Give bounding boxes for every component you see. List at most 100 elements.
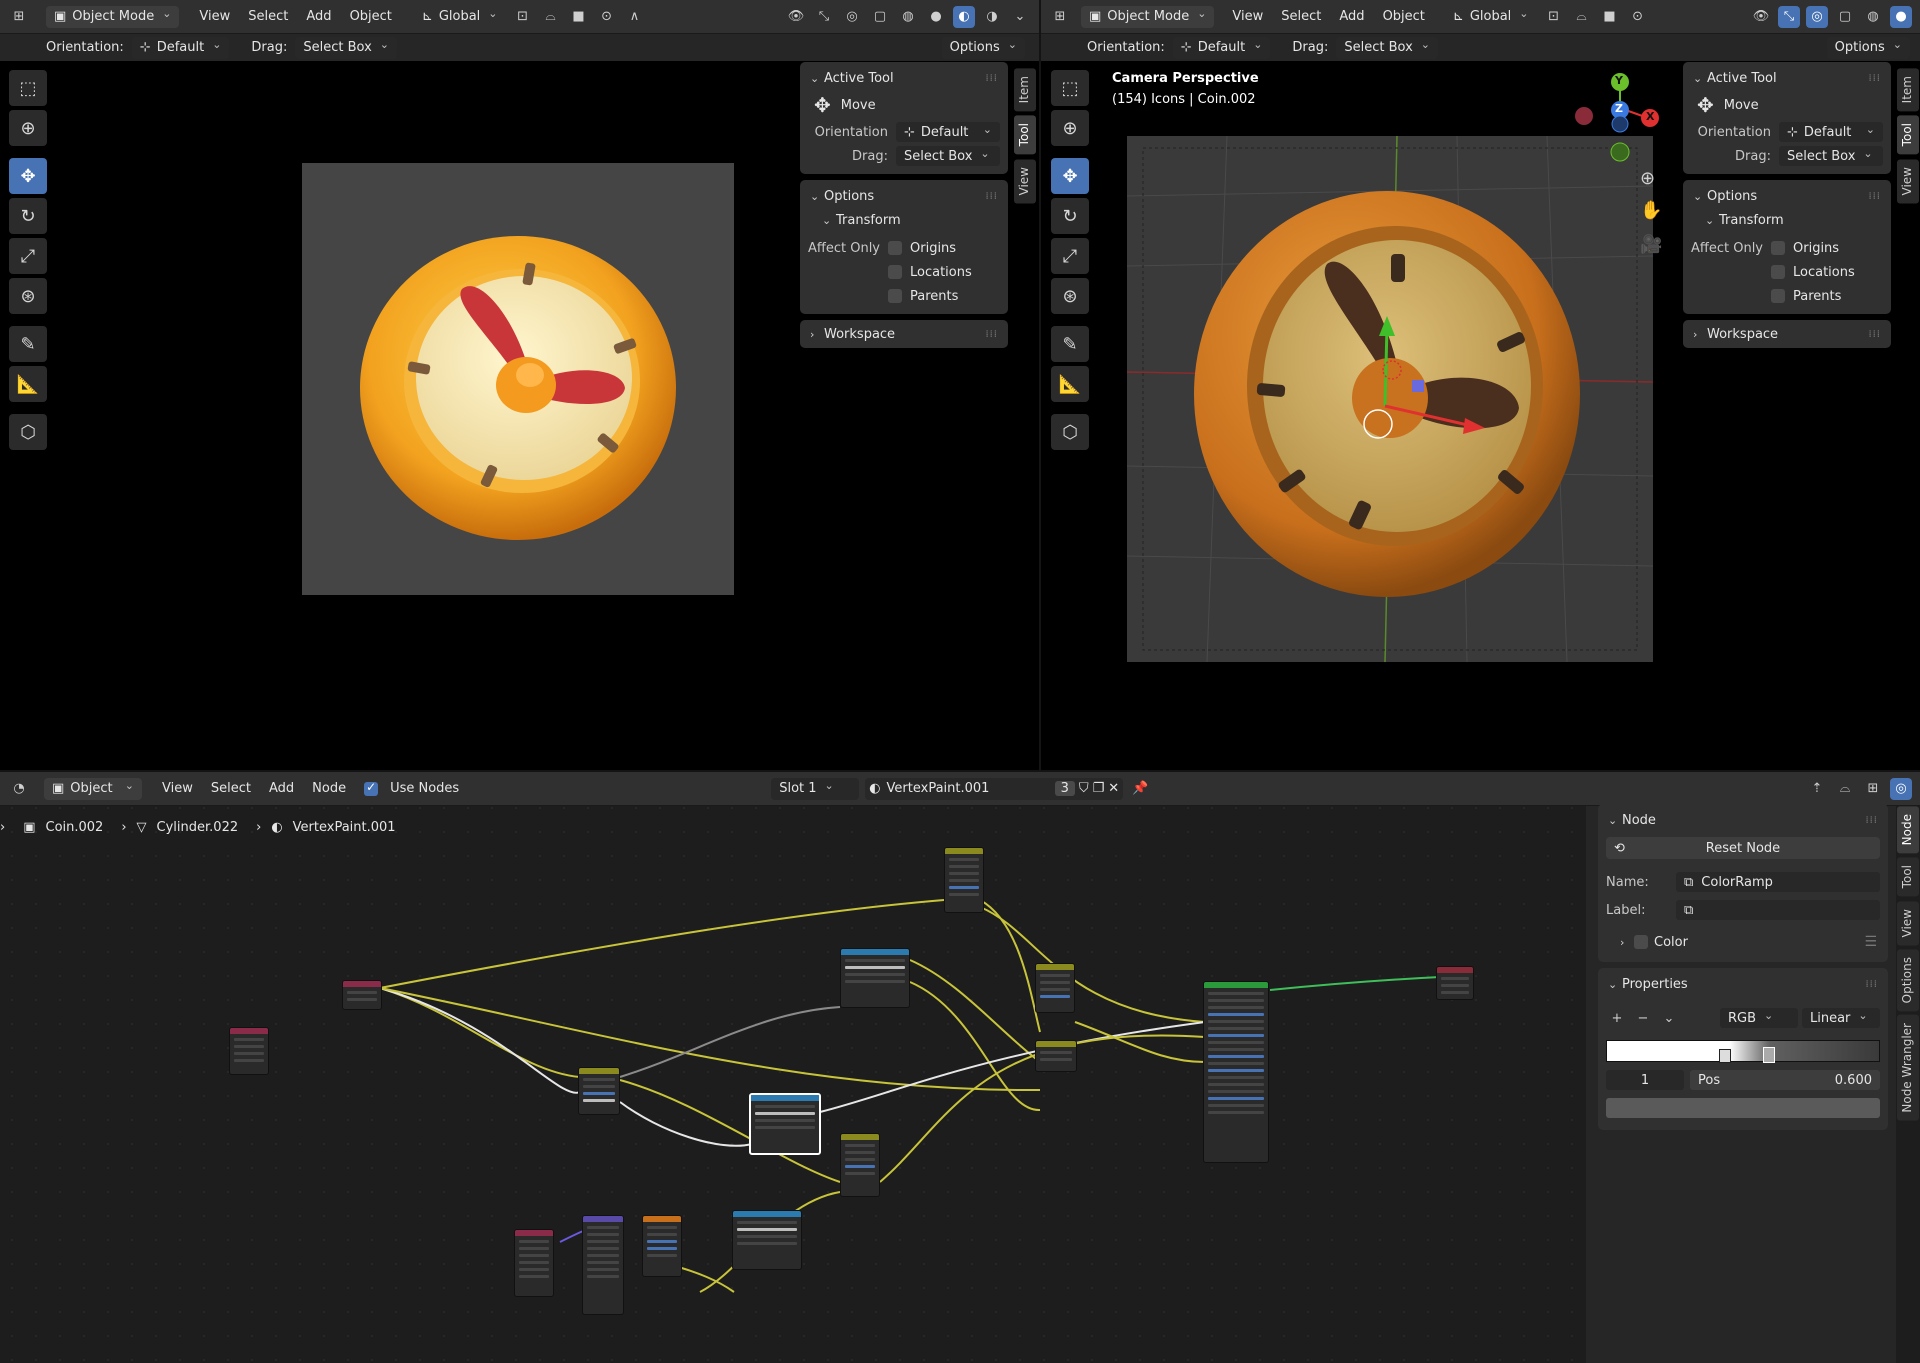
reset-node-button[interactable]: ⟲ Reset Node [1606, 837, 1880, 859]
ramp-stop-marker-active[interactable] [1763, 1047, 1775, 1063]
chevron-down-icon[interactable]: ⌄ [1658, 1007, 1680, 1029]
node-mix-lower[interactable] [840, 1133, 880, 1197]
camera-view[interactable] [1127, 136, 1653, 662]
node-hue-saturation-mid[interactable] [578, 1067, 620, 1115]
color-ramp-gradient[interactable] [1606, 1040, 1880, 1063]
pan-hand-icon[interactable]: ✋ [1640, 200, 1662, 221]
label-field[interactable]: ⧉ [1676, 900, 1880, 920]
snap-icon[interactable]: ⌓ [1834, 778, 1856, 800]
transform-tool[interactable]: ⊛ [9, 278, 47, 314]
select-box-tool[interactable]: ⬚ [1051, 70, 1089, 106]
snap-icon[interactable]: ⌓ [1571, 6, 1593, 28]
overlay-icon[interactable]: ◎ [1806, 5, 1828, 28]
node-vertex-color[interactable] [342, 980, 382, 1010]
scale-tool[interactable]: ⤢ [9, 238, 47, 274]
pivot-icon[interactable]: ⊡ [1543, 6, 1565, 28]
node-principled-bsdf[interactable] [1203, 981, 1269, 1163]
editor-type-icon[interactable]: ⊞ [1049, 6, 1071, 28]
tab-view[interactable]: View [1897, 900, 1919, 946]
xray-icon[interactable]: ▢ [869, 6, 891, 28]
menu-select[interactable]: Select [1275, 9, 1327, 24]
color-mode-dropdown[interactable]: RGB [1720, 1008, 1798, 1028]
cursor-tool[interactable]: ⊕ [1051, 110, 1089, 146]
locations-checkbox[interactable] [1771, 265, 1785, 279]
tab-item[interactable]: Item [1014, 68, 1036, 112]
drag-field[interactable]: Select Box [1779, 146, 1883, 166]
falloff-icon[interactable]: ∧ [624, 6, 646, 28]
xray-icon[interactable]: ▢ [1834, 6, 1856, 28]
tab-node-wrangler[interactable]: Node Wrangler [1897, 1015, 1919, 1122]
stop-color-swatch[interactable] [1606, 1098, 1880, 1118]
menu-select[interactable]: Select [242, 9, 294, 24]
ramp-stop-marker[interactable] [1719, 1049, 1731, 1063]
remove-stop-icon[interactable]: − [1632, 1007, 1654, 1029]
scale-tool[interactable]: ⤢ [1051, 238, 1089, 274]
menu-add[interactable]: Add [1333, 9, 1370, 24]
stop-index-field[interactable]: 1 [1606, 1070, 1684, 1090]
node-noise-texture[interactable] [642, 1215, 682, 1277]
snap-element-icon[interactable]: ⊞ [1862, 778, 1884, 800]
tab-tool[interactable]: Tool [1014, 115, 1036, 155]
options-header[interactable]: ⌄ Options ⁞⁞⁞ [1683, 184, 1891, 208]
active-tool-header[interactable]: ⌄ Active Tool ⁞⁞⁞ [1683, 66, 1891, 90]
properties-header[interactable]: ⌄ Properties ⁞⁞⁞ [1598, 972, 1888, 996]
proportional-edit-icon[interactable]: ⊙ [596, 6, 618, 28]
transform-tool[interactable]: ⊛ [1051, 278, 1089, 314]
wireframe-shading-icon[interactable]: ◍ [1862, 6, 1884, 28]
node-colorramp-selected[interactable] [749, 1093, 821, 1155]
menu-add[interactable]: Add [300, 9, 337, 24]
material-shading-icon[interactable]: ◐ [953, 5, 975, 28]
transform-subheader[interactable]: ⌄ Transform [800, 208, 1008, 232]
gizmo-icon[interactable]: ⤡ [1778, 5, 1800, 28]
pos-field[interactable]: Pos 0.600 [1690, 1070, 1880, 1090]
tab-view[interactable]: View [1014, 158, 1036, 204]
annotate-tool[interactable]: ✎ [1051, 326, 1089, 362]
transform-orientation-dropdown[interactable]: ⊾ Global [414, 6, 506, 28]
orientation-dropdown[interactable]: ⊹ Default [131, 36, 230, 59]
grip-icon[interactable]: ⁞⁞⁞ [985, 73, 998, 84]
options-dropdown[interactable]: Options [1826, 36, 1910, 59]
parents-checkbox[interactable] [1771, 289, 1785, 303]
visibility-icon[interactable]: 👁 [1750, 6, 1772, 28]
node-hue-saturation-top[interactable] [944, 847, 984, 913]
solid-shading-icon[interactable]: ● [925, 6, 947, 28]
rendered-shading-icon[interactable]: ◑ [981, 6, 1003, 28]
drag-dropdown[interactable]: Select Box [295, 36, 397, 59]
list-icon[interactable]: ☰ [1864, 934, 1878, 950]
menu-object[interactable]: Object [1377, 9, 1431, 24]
parents-checkbox[interactable] [888, 289, 902, 303]
workspace-header[interactable]: › Workspace ⁞⁞⁞ [1683, 322, 1891, 346]
editor-type-icon[interactable]: ⊞ [8, 6, 30, 28]
grip-icon[interactable]: ⁞⁞⁞ [985, 191, 998, 202]
color-subheader[interactable]: › Color ☰ [1598, 930, 1888, 954]
transform-orientation-dropdown[interactable]: ⊾ Global [1445, 6, 1537, 28]
select-box-tool[interactable]: ⬚ [9, 70, 47, 106]
origins-checkbox[interactable] [888, 241, 902, 255]
active-tool-row[interactable]: ✥ Move [800, 90, 1008, 120]
grip-icon[interactable]: ⁞⁞⁞ [1865, 979, 1878, 990]
gizmo-icon[interactable]: ⤡ [813, 6, 835, 28]
tab-tool[interactable]: Tool [1897, 857, 1919, 897]
node-colorramp-bottom[interactable] [732, 1210, 802, 1270]
node-colorramp-top[interactable] [840, 948, 910, 1008]
move-tool[interactable]: ✥ [1051, 158, 1089, 194]
mode-dropdown[interactable]: ▣ Object Mode [1081, 5, 1215, 28]
tab-view[interactable]: View [1897, 158, 1919, 204]
grip-icon[interactable]: ⁞⁞⁞ [1865, 815, 1878, 826]
interpolation-dropdown[interactable]: Linear [1802, 1008, 1880, 1028]
grip-icon[interactable]: ⁞⁞⁞ [985, 329, 998, 340]
grip-icon[interactable]: ⁞⁞⁞ [1868, 73, 1881, 84]
menu-object[interactable]: Object [344, 9, 398, 24]
transform-subheader[interactable]: ⌄ Transform [1683, 208, 1891, 232]
tab-node[interactable]: Node [1897, 806, 1919, 854]
rotate-tool[interactable]: ↻ [1051, 198, 1089, 234]
node-material-output[interactable] [1436, 966, 1474, 1000]
name-field[interactable]: ⧉ ColorRamp [1676, 872, 1880, 892]
node-mapping[interactable] [582, 1215, 624, 1315]
pivot-icon[interactable]: ⊡ [512, 6, 534, 28]
options-dropdown[interactable]: Options [941, 36, 1025, 59]
wireframe-shading-icon[interactable]: ◍ [897, 6, 919, 28]
overlay-icon[interactable]: ◎ [1890, 777, 1912, 800]
origins-checkbox[interactable] [1771, 241, 1785, 255]
add-cube-tool[interactable]: ⬡ [1051, 414, 1089, 450]
